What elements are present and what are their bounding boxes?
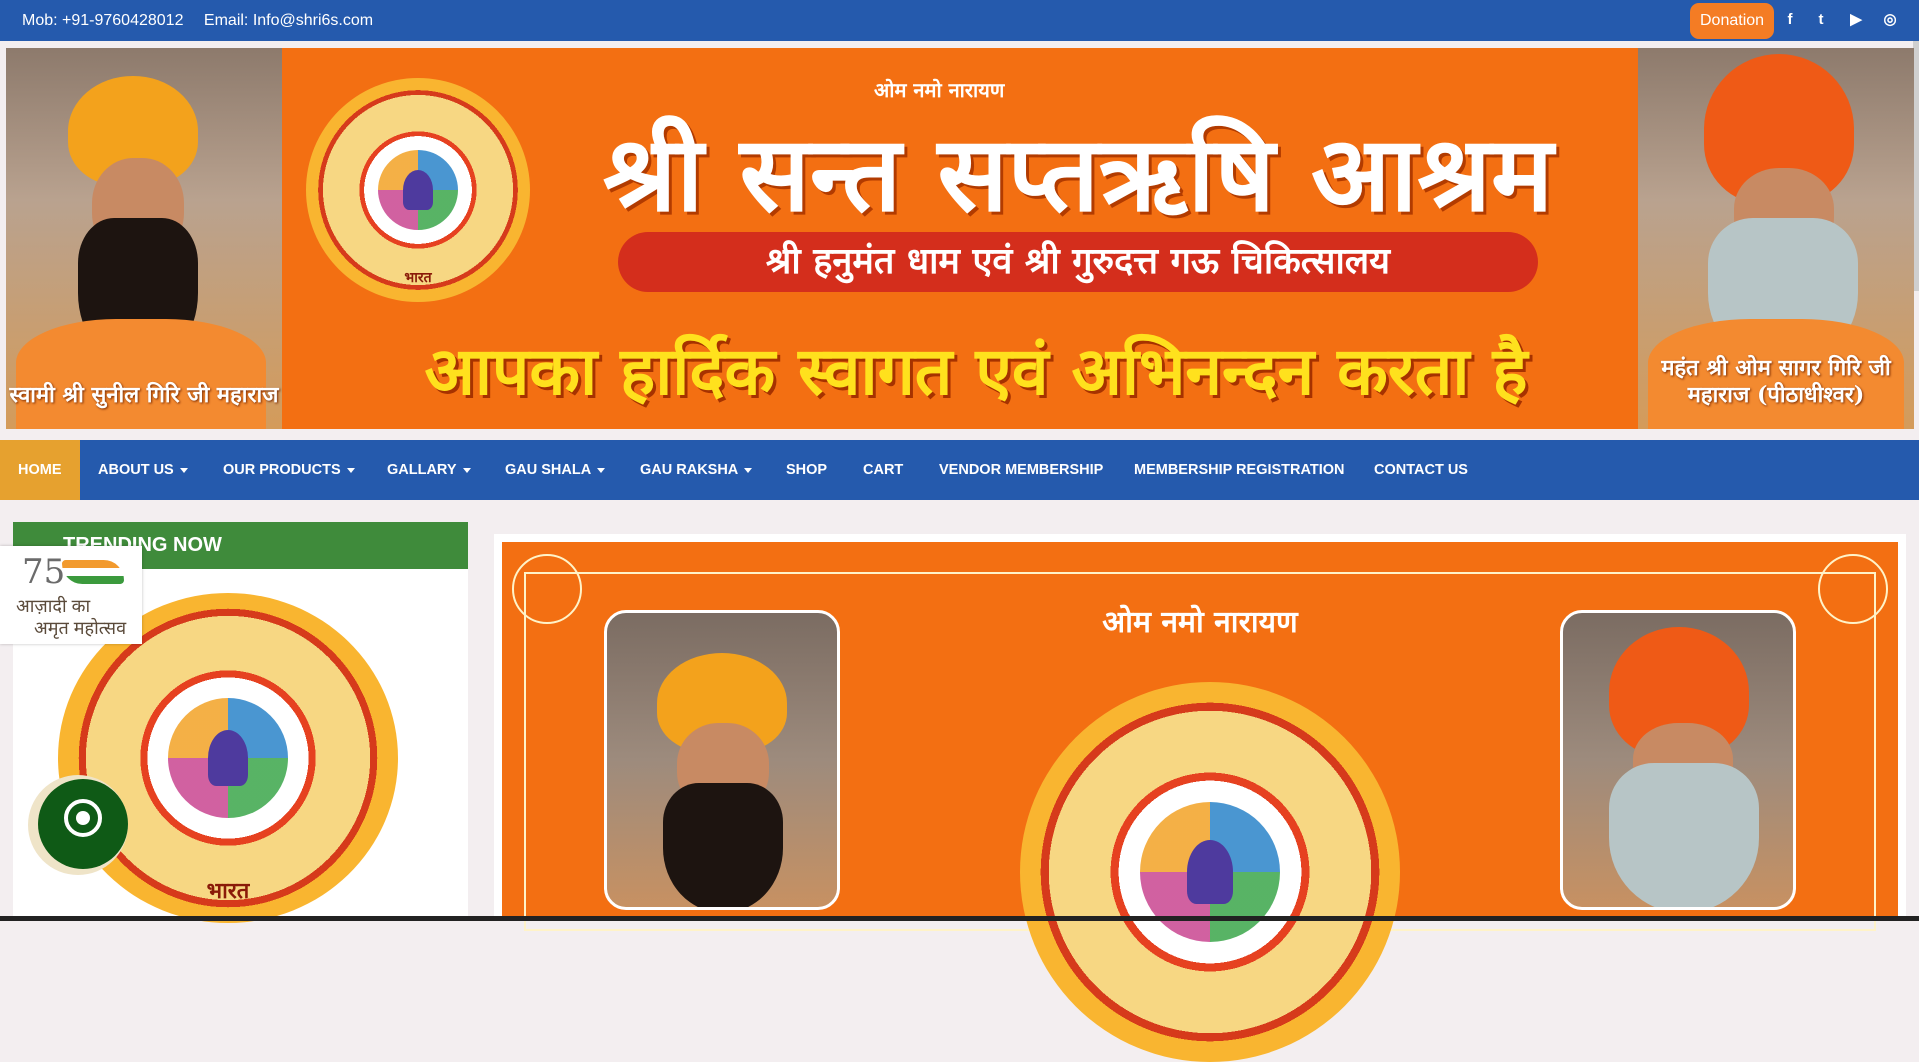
mobile-number: Mob: +91-9760428012 [22,12,183,29]
chevron-down-icon [347,468,355,473]
slide-trust-seal [1020,682,1400,1062]
twitter-icon[interactable]: t [1812,11,1830,29]
top-contact-bar: Mob: +91-9760428012 Email: Info@shri6s.c… [0,0,1919,41]
mahant-photo: महंत श्री ओम सागर गिरि जी महाराज (पीठाधी… [1638,48,1914,429]
nav-gallary[interactable]: GALLARY [387,440,471,500]
main-slider[interactable]: ओम नमो नारायण [494,534,1906,921]
nav-gau-raksha[interactable]: GAU RAKSHA [640,440,752,500]
ashram-title: श्री सन्त सप्तऋषि आश्रम [538,100,1618,241]
nav-home[interactable]: HOME [0,440,80,500]
main-navigation: HOME ABOUT US OUR PRODUCTS GALLARY GAU S… [0,440,1919,500]
nav-cart[interactable]: CART [863,440,903,500]
instagram-icon[interactable]: ◎ [1881,11,1899,29]
nav-gau-shala[interactable]: GAU SHALA [505,440,605,500]
header-banner: स्वामी श्री सुनील गिरि जी महाराज भारत ओम… [6,48,1914,429]
om-namo-heading: ओम नमो नारायण [874,76,1004,103]
contact-info: Mob: +91-9760428012 Email: Info@shri6s.c… [22,12,389,30]
whatsapp-chat-button[interactable] [28,775,128,875]
youtube-icon[interactable]: ▶ [1847,11,1865,29]
welcome-text: आपका हार्दिक स्वागत एवं अभिनन्दन करता है [306,324,1646,414]
nav-vendor-membership[interactable]: VENDOR MEMBERSHIP [939,440,1103,500]
nav-our-products[interactable]: OUR PRODUCTS [223,440,355,500]
chevron-down-icon [597,468,605,473]
nav-about-us[interactable]: ABOUT US [98,440,188,500]
left-caption: स्वामी श्री सुनील गिरि जी महाराज [6,382,282,409]
right-caption: महंत श्री ओम सागर गिरि जी महाराज (पीठाधी… [1638,355,1914,409]
slide-mahant-photo [1560,610,1796,910]
slide-swami-photo [604,610,840,910]
nav-shop[interactable]: SHOP [786,440,827,500]
swami-photo: स्वामी श्री सुनील गिरि जी महाराज [6,48,282,429]
whatsapp-icon [64,799,102,837]
trust-seal-logo: भारत [306,78,530,302]
facebook-icon[interactable]: f [1781,11,1799,29]
slide-image: ओम नमो नारायण [502,542,1898,921]
chevron-down-icon [744,468,752,473]
chevron-down-icon [463,468,471,473]
email-address[interactable]: Email: Info@shri6s.com [204,12,373,29]
azadi-ka-amrit-mahotsav-logo: 75 आज़ादी का अमृत महोत्सव [0,546,142,644]
bottom-edge [0,916,1919,921]
ashram-subtitle: श्री हनुमंत धाम एवं श्री गुरुदत्त गऊ चिक… [618,232,1538,292]
nav-contact-us[interactable]: CONTACT US [1374,440,1468,500]
donation-button[interactable]: Donation [1690,3,1774,39]
nav-membership-registration[interactable]: MEMBERSHIP REGISTRATION [1134,440,1345,500]
tricolor-flag-icon [62,560,124,584]
chevron-down-icon [180,468,188,473]
